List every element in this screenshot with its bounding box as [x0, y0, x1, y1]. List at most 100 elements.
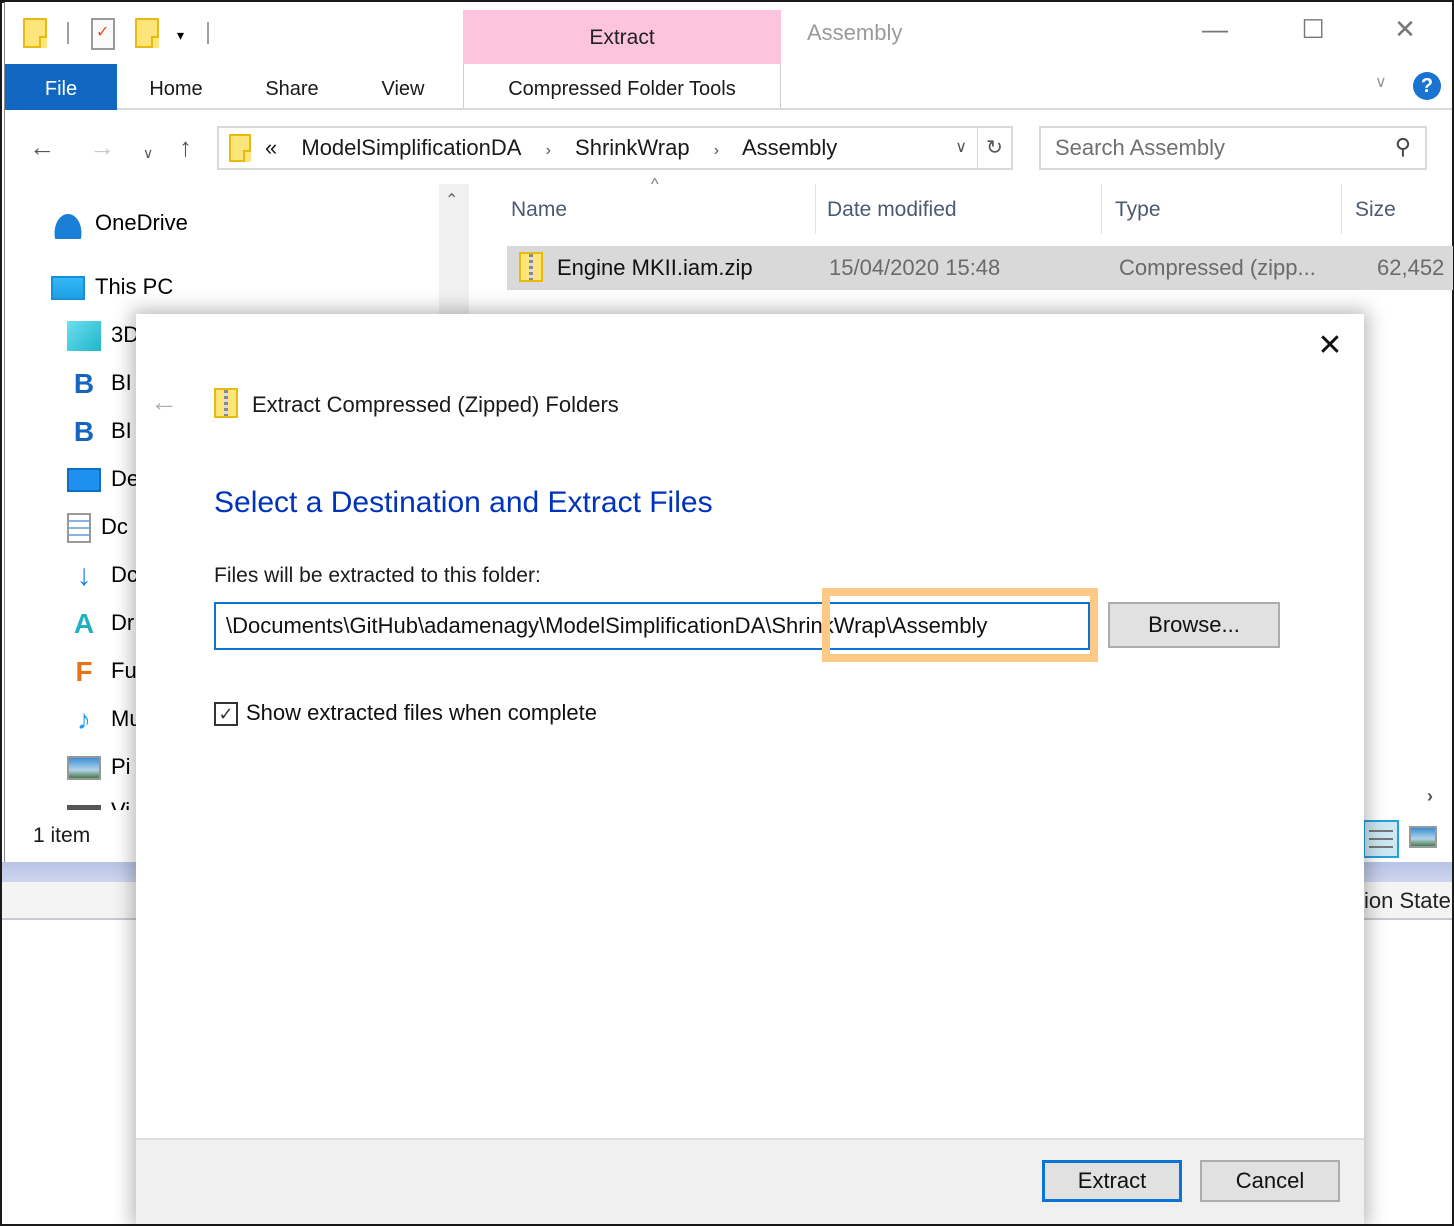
search-icon[interactable]: ⚲: [1395, 134, 1411, 160]
background-column-header: ion State: [1364, 888, 1451, 913]
folder-icon: [229, 134, 251, 162]
up-arrow-icon[interactable]: ↑: [179, 134, 192, 160]
column-header-size[interactable]: Size: [1355, 198, 1396, 222]
new-folder-icon[interactable]: [135, 18, 159, 48]
contextual-tab-border: [463, 64, 781, 108]
nav-item-pictures[interactable]: Pi: [67, 750, 131, 784]
dialog-close-button[interactable]: ✕: [1312, 328, 1348, 364]
minimize-button[interactable]: —: [1195, 14, 1235, 45]
nav-item-3d-objects[interactable]: 3D: [67, 318, 139, 352]
fusion-icon: F: [75, 656, 93, 688]
column-divider[interactable]: [1101, 184, 1102, 234]
refresh-icon[interactable]: ↻: [977, 128, 1011, 168]
nav-item-fusion[interactable]: F Fu: [67, 654, 137, 688]
nav-item-label: This PC: [95, 274, 174, 299]
nav-item-label: BI: [111, 370, 132, 395]
column-divider[interactable]: [1341, 184, 1342, 234]
nav-item-autodesk-drive[interactable]: A Dr: [67, 606, 134, 640]
breadcrumb-separator-icon[interactable]: ›: [546, 142, 551, 159]
expand-ribbon-icon[interactable]: ∨: [1375, 72, 1387, 92]
this-pc-icon: [51, 276, 85, 301]
breadcrumb-item[interactable]: ModelSimplificationDA: [301, 135, 521, 160]
folder-icon[interactable]: [23, 18, 47, 48]
details-view-button[interactable]: [1363, 820, 1399, 858]
browse-button[interactable]: Browse...: [1108, 602, 1280, 648]
breadcrumb-item[interactable]: ShrinkWrap: [575, 135, 690, 160]
breadcrumb-separator-icon[interactable]: ›: [714, 142, 719, 159]
address-bar[interactable]: « ModelSimplificationDA › ShrinkWrap › A…: [217, 126, 1013, 170]
scroll-up-icon[interactable]: ⌃: [445, 190, 458, 210]
dialog-title: Extract Compressed (Zipped) Folders: [252, 392, 619, 417]
desktop-icon: [67, 468, 101, 493]
close-button[interactable]: ✕: [1385, 14, 1425, 45]
nav-item-this-pc[interactable]: This PC: [51, 270, 173, 304]
properties-icon[interactable]: [91, 18, 115, 50]
show-files-checkbox[interactable]: ✓: [214, 702, 238, 726]
toolbar-separator: [67, 22, 69, 44]
nav-item-onedrive[interactable]: OneDrive: [51, 206, 188, 240]
breadcrumb: « ModelSimplificationDA › ShrinkWrap › A…: [265, 128, 855, 168]
address-dropdown-icon[interactable]: ∨: [955, 128, 967, 168]
nav-item-videos[interactable]: Vi: [67, 794, 130, 810]
nav-item-label: Pi: [111, 754, 131, 779]
tab-home[interactable]: Home: [129, 64, 223, 110]
nav-item-bim[interactable]: B BI: [67, 414, 132, 448]
recent-locations-icon[interactable]: ∨: [143, 140, 153, 166]
breadcrumb-overflow-icon[interactable]: «: [265, 135, 277, 160]
bim-icon: B: [73, 368, 95, 400]
toolbar-separator: [207, 22, 209, 44]
tab-view[interactable]: View: [363, 64, 443, 110]
nav-item-desktop[interactable]: De: [67, 462, 139, 496]
column-divider[interactable]: [815, 184, 816, 234]
forward-arrow-icon[interactable]: →: [89, 134, 115, 160]
destination-label: Files will be extracted to this folder:: [214, 564, 541, 587]
help-icon[interactable]: ?: [1413, 72, 1441, 100]
search-input[interactable]: Search Assembly ⚲: [1039, 126, 1427, 170]
destination-path-input[interactable]: [214, 602, 1090, 650]
customize-toolbar-dropdown-icon[interactable]: ▾: [177, 28, 184, 42]
show-files-checkbox-label[interactable]: Show extracted files when complete: [246, 700, 597, 726]
contextual-tab-extract[interactable]: Extract: [463, 10, 781, 64]
nav-item-label: BI: [111, 418, 132, 443]
tab-share[interactable]: Share: [247, 64, 337, 110]
downloads-icon: ↓: [76, 559, 92, 593]
tab-file[interactable]: File: [5, 64, 117, 110]
column-header-type[interactable]: Type: [1115, 198, 1161, 222]
pictures-icon: [67, 756, 101, 781]
file-name: Engine MKII.iam.zip: [557, 255, 753, 280]
nav-item-downloads[interactable]: ↓ Dc: [67, 558, 138, 592]
nav-item-music[interactable]: ♪ Mu: [67, 702, 142, 736]
back-arrow-icon[interactable]: ←: [29, 134, 55, 160]
breadcrumb-item[interactable]: Assembly: [742, 135, 837, 160]
nav-item-label: De: [111, 466, 140, 491]
scroll-right-icon[interactable]: ›: [1427, 786, 1433, 807]
music-icon: ♪: [77, 704, 91, 736]
column-header-name[interactable]: Name: [511, 198, 567, 222]
column-header-date-modified[interactable]: Date modified: [827, 198, 957, 222]
videos-icon: [67, 805, 101, 810]
zip-folder-icon: [519, 252, 543, 282]
nav-item-label: Dr: [111, 610, 135, 635]
dialog-heading: Select a Destination and Extract Files: [214, 486, 713, 519]
nav-item-label: Fu: [111, 658, 137, 683]
item-count: 1 item: [33, 824, 91, 847]
maximize-button[interactable]: ☐: [1293, 14, 1333, 45]
extract-button[interactable]: Extract: [1042, 1160, 1182, 1202]
table-row[interactable]: Engine MKII.iam.zip 15/04/2020 15:48 Com…: [507, 246, 1453, 290]
nav-item-label: Dc: [101, 514, 128, 539]
file-type: Compressed (zipp...: [1119, 255, 1316, 280]
nav-item-label: OneDrive: [95, 210, 188, 235]
nav-item-label: Vi: [111, 798, 130, 810]
cancel-button[interactable]: Cancel: [1200, 1160, 1340, 1202]
nav-item-bim[interactable]: B BI: [67, 366, 132, 400]
window-title: Assembly: [807, 20, 903, 45]
nav-item-documents[interactable]: Dc: [67, 510, 128, 544]
autodesk-drive-icon: A: [73, 608, 95, 640]
file-size: 62,452: [1377, 255, 1445, 280]
documents-icon: [67, 513, 91, 544]
large-icons-view-button[interactable]: [1409, 826, 1437, 848]
dialog-footer: Extract Cancel: [136, 1138, 1364, 1224]
bim-icon: B: [73, 416, 95, 448]
nav-item-label: Dc: [111, 562, 138, 587]
dialog-back-arrow-icon[interactable]: ←: [150, 386, 178, 418]
